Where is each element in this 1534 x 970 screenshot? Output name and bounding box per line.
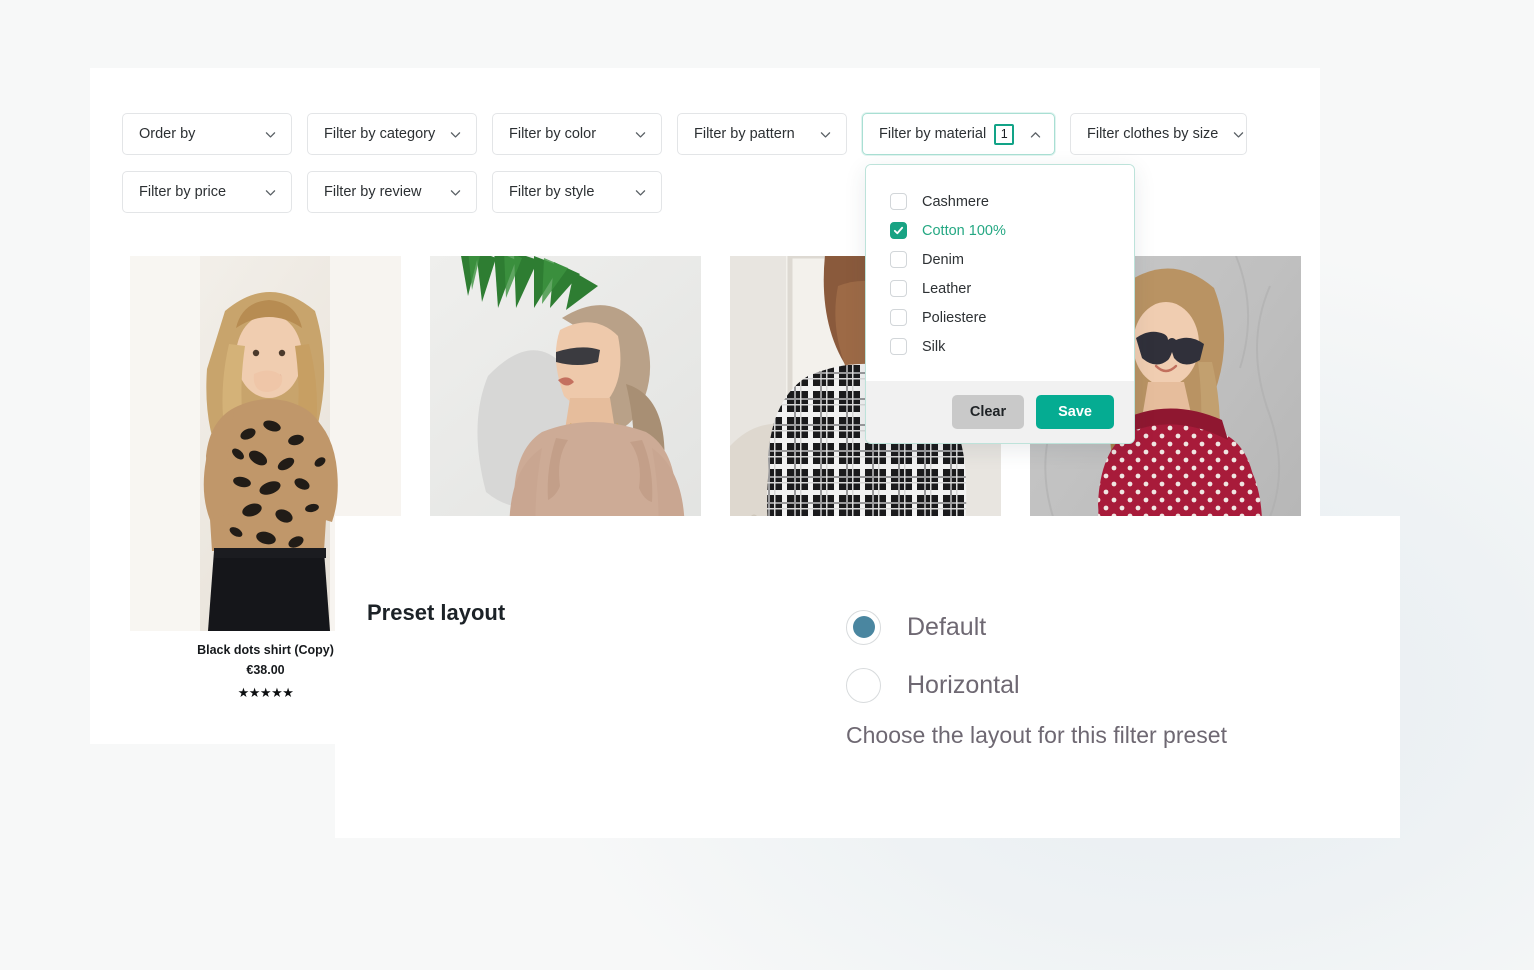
filter-color-label: Filter by color — [509, 126, 597, 142]
filter-pattern-select[interactable]: Filter by pattern — [677, 113, 847, 155]
material-option-label: Leather — [922, 280, 972, 297]
filter-material-select[interactable]: Filter by material 1 — [862, 113, 1055, 155]
checkbox-unchecked-icon[interactable] — [890, 338, 907, 355]
material-option-leather[interactable]: Leather — [866, 274, 1134, 303]
chevron-down-icon — [634, 128, 647, 141]
filter-style-label: Filter by style — [509, 184, 595, 200]
checkbox-unchecked-icon[interactable] — [890, 280, 907, 297]
radio-selected-icon[interactable] — [846, 609, 881, 645]
material-option-cotton-100[interactable]: Cotton 100% — [866, 216, 1134, 245]
material-option-label: Poliestere — [922, 309, 987, 326]
checkbox-unchecked-icon[interactable] — [890, 251, 907, 268]
material-option-cashmere[interactable]: Cashmere — [866, 187, 1134, 216]
filter-size-label: Filter clothes by size — [1087, 126, 1219, 142]
preset-option-default[interactable]: Default — [846, 598, 1020, 656]
filter-size-select[interactable]: Filter clothes by size — [1070, 113, 1247, 155]
chevron-down-icon — [1232, 128, 1245, 141]
filter-review-select[interactable]: Filter by review — [307, 171, 477, 213]
preset-option-label: Default — [907, 612, 987, 641]
material-option-silk[interactable]: Silk — [866, 332, 1134, 361]
filter-review-label: Filter by review — [324, 184, 422, 200]
preset-layout-radio-group: Default Horizontal — [846, 598, 1020, 714]
material-dropdown-panel: Cashmere Cotton 100% Denim Leather Polie — [865, 164, 1135, 444]
filter-pattern-label: Filter by pattern — [694, 126, 795, 142]
chevron-down-icon — [819, 128, 832, 141]
filter-material-count-badge: 1 — [994, 123, 1015, 145]
material-option-label: Silk — [922, 338, 946, 355]
filter-price-label: Filter by price — [139, 184, 227, 200]
preset-option-label: Horizontal — [907, 670, 1020, 699]
chevron-down-icon — [634, 186, 647, 199]
material-options-list: Cashmere Cotton 100% Denim Leather Polie — [866, 165, 1134, 381]
checkbox-unchecked-icon[interactable] — [890, 309, 907, 326]
material-option-denim[interactable]: Denim — [866, 245, 1134, 274]
filter-style-select[interactable]: Filter by style — [492, 171, 662, 213]
material-option-label: Cotton 100% — [922, 222, 1006, 239]
radio-unselected-icon[interactable] — [846, 667, 881, 703]
checkbox-checked-icon[interactable] — [890, 222, 907, 239]
filter-category-label: Filter by category — [324, 126, 436, 142]
filter-price-select[interactable]: Filter by price — [122, 171, 292, 213]
order-by-select[interactable]: Order by — [122, 113, 292, 155]
chevron-up-icon — [1029, 128, 1042, 141]
preset-layout-title: Preset layout — [367, 600, 506, 625]
material-option-label: Cashmere — [922, 193, 989, 210]
order-by-label: Order by — [139, 126, 196, 142]
chevron-down-icon — [264, 128, 277, 141]
filter-material-label: Filter by material — [879, 126, 987, 142]
material-option-label: Denim — [922, 251, 964, 268]
preset-layout-help-text: Choose the layout for this filter preset — [846, 722, 1227, 748]
chevron-down-icon — [449, 186, 462, 199]
chevron-down-icon — [449, 128, 462, 141]
filter-color-select[interactable]: Filter by color — [492, 113, 662, 155]
filter-row-1: Order by Filter by category Filter by co… — [122, 113, 1292, 155]
checkbox-unchecked-icon[interactable] — [890, 193, 907, 210]
filter-category-select[interactable]: Filter by category — [307, 113, 477, 155]
preset-layout-panel: Preset layout Default Horizontal Choose … — [335, 516, 1400, 838]
chevron-down-icon — [264, 186, 277, 199]
clear-button[interactable]: Clear — [951, 395, 1025, 429]
material-option-poliestere[interactable]: Poliestere — [866, 303, 1134, 332]
preset-option-horizontal[interactable]: Horizontal — [846, 656, 1020, 714]
material-dropdown-footer: Clear Save — [866, 381, 1134, 443]
save-button[interactable]: Save — [1036, 395, 1114, 429]
